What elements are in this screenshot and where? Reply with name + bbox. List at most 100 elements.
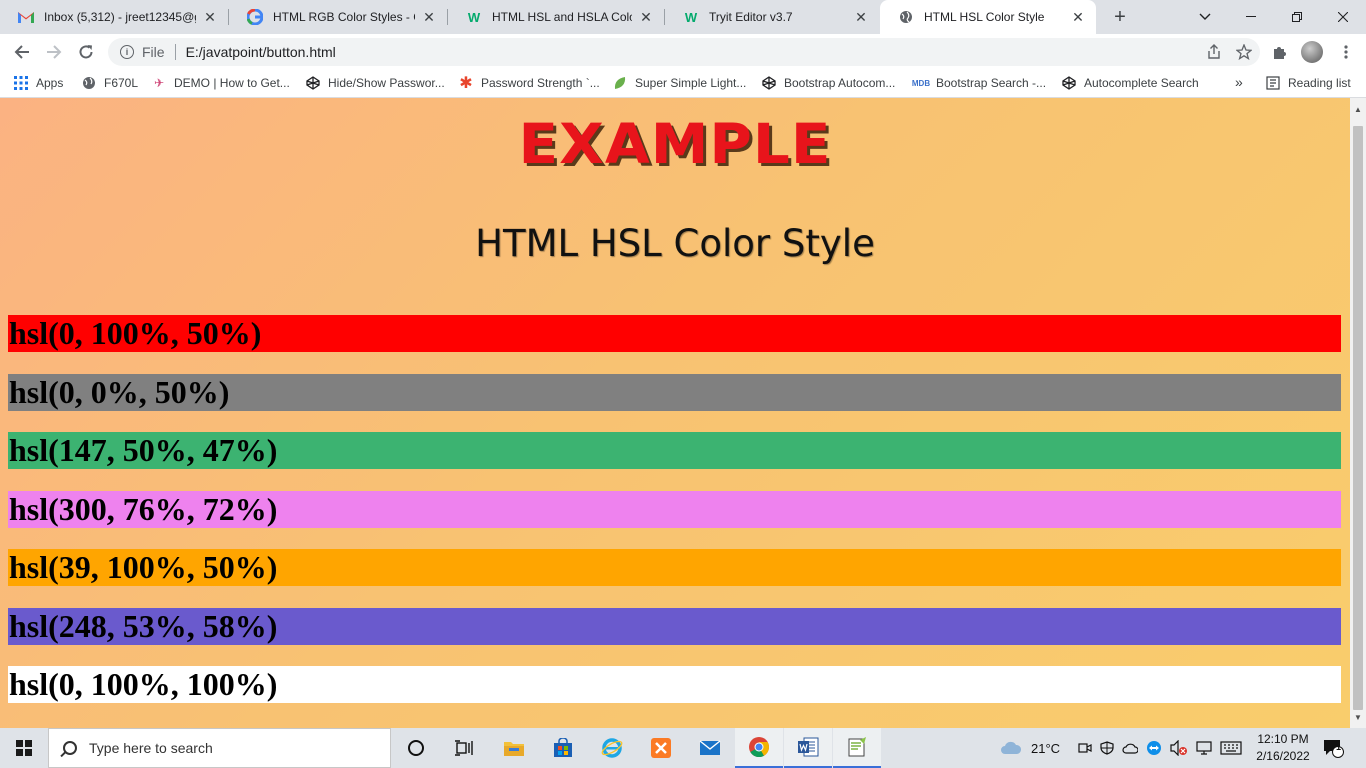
tab-strip: Inbox (5,312) - jreet12345@g ✕ HTML RGB … [0,0,1366,34]
restore-button[interactable] [1274,0,1320,34]
taskbar-internet-explorer[interactable] [588,728,636,768]
cortana-circle-icon [408,740,424,756]
meet-now-icon[interactable] [1078,741,1092,755]
info-icon[interactable]: i [120,45,134,59]
codepen-icon [1062,76,1076,90]
profile-avatar[interactable] [1301,41,1323,63]
mail-icon [699,740,721,755]
close-icon[interactable]: ✕ [638,9,654,25]
system-tray-icons [1078,728,1242,768]
color-row-label: hsl(39, 100%, 50%) [9,549,278,585]
bookmark-autocomplete-search[interactable]: Autocomplete Search [1062,76,1199,90]
url-text[interactable]: E:/javatpoint/button.html [186,44,336,60]
close-icon[interactable]: ✕ [853,9,869,25]
vertical-scrollbar[interactable]: ▲ ▼ [1350,98,1366,728]
share-icon[interactable] [1206,44,1222,60]
taskbar-chrome[interactable] [735,728,783,768]
globe-icon [82,76,96,90]
bookmark-apps[interactable]: Apps [14,76,63,90]
bookmark-bootstrap-autocomplete[interactable]: Bootstrap Autocom... [762,76,895,90]
menu-button[interactable] [1332,38,1360,66]
minimize-button[interactable] [1228,0,1274,34]
tab-hsl-hsla-colors[interactable]: W HTML HSL and HSLA Colors ✕ [448,0,664,34]
tab-title: Inbox (5,312) - jreet12345@g [44,10,196,24]
bookmark-label: DEMO | How to Get... [174,76,290,90]
color-row-label: hsl(0, 100%, 100%) [9,666,278,702]
store-bag-icon [554,738,572,757]
volume-muted-icon[interactable] [1170,740,1188,756]
taskbar-microsoft-store[interactable] [539,728,587,768]
tab-tryit-editor[interactable]: W Tryit Editor v3.7 ✕ [665,0,879,34]
w3schools-icon: W [684,9,698,25]
color-row: hsl(39, 100%, 50%) [8,549,1341,586]
reading-list-label: Reading list [1288,76,1351,90]
tab-search-button[interactable] [1182,0,1228,34]
kebab-menu-icon [1344,45,1348,59]
notification-center-button[interactable]: 1 [1322,728,1344,768]
close-icon [1338,12,1348,22]
extensions-button[interactable] [1266,38,1294,66]
bookmark-f670l[interactable]: F670L [82,76,138,90]
taskbar-file-explorer[interactable] [490,728,538,768]
tab-title: Tryit Editor v3.7 [709,10,793,24]
google-icon [247,9,263,25]
apps-grid-icon [14,76,28,90]
tab-title: HTML RGB Color Styles - Goo [273,10,415,24]
close-icon[interactable]: ✕ [421,9,437,25]
bookmark-super-simple-light[interactable]: Super Simple Light... [613,76,746,90]
close-icon[interactable]: ✕ [202,9,218,25]
chrome-icon [749,737,770,758]
bookmark-star-icon[interactable] [1236,44,1252,60]
asterisk-icon: ✱ [459,75,473,92]
bookmark-label: Password Strength `... [481,76,600,90]
tab-gmail[interactable]: Inbox (5,312) - jreet12345@g ✕ [0,0,228,34]
task-view-icon [455,740,473,756]
cortana-button[interactable] [392,728,440,768]
bookmark-label: Bootstrap Search -... [936,76,1047,90]
security-shield-icon[interactable] [1100,741,1114,755]
network-icon[interactable] [1196,741,1212,755]
bookmark-label: Autocomplete Search [1084,76,1199,90]
bookmark-hide-show-password[interactable]: Hide/Show Passwor... [306,76,445,90]
bookmark-password-strength[interactable]: ✱ Password Strength `... [459,75,600,92]
color-row: hsl(0, 0%, 50%) [8,374,1341,411]
taskbar-word[interactable] [784,728,832,768]
color-row: hsl(300, 76%, 72%) [8,491,1341,528]
browser-toolbar: i File E:/javatpoint/button.html [0,34,1366,70]
start-button[interactable] [0,728,48,768]
puzzle-icon [1274,47,1286,59]
forward-button[interactable] [40,38,68,66]
keyboard-icon[interactable] [1220,741,1242,755]
tab-hsl-color-style[interactable]: HTML HSL Color Style ✕ [880,0,1096,34]
tab-rgb-color-styles[interactable]: HTML RGB Color Styles - Goo ✕ [229,0,447,34]
onedrive-icon[interactable] [1122,741,1138,755]
bookmarks-overflow-button[interactable]: » [1235,74,1243,90]
bird-icon: ✈ [153,76,165,90]
scroll-down-arrow-icon[interactable]: ▼ [1350,710,1366,726]
url-scheme: File [142,44,165,60]
taskbar-xampp[interactable] [637,728,685,768]
scroll-up-arrow-icon[interactable]: ▲ [1350,102,1366,118]
address-bar[interactable]: i File E:/javatpoint/button.html [108,38,1260,66]
reload-button[interactable] [72,38,100,66]
codepen-icon [306,76,320,90]
new-tab-button[interactable]: + [1108,5,1132,29]
bookmark-bootstrap-search[interactable]: MDB Bootstrap Search -... [912,76,1047,90]
task-view-button[interactable] [440,728,488,768]
back-button[interactable] [8,38,36,66]
color-row: hsl(0, 100%, 100%) [8,666,1341,703]
taskbar-search-box[interactable]: Type here to search [48,728,391,768]
weather-widget[interactable]: 21°C [1000,728,1060,768]
taskbar-mail[interactable] [686,728,734,768]
taskbar-notepad-plus[interactable] [833,728,881,768]
color-row: hsl(147, 50%, 47%) [8,432,1341,469]
bookmark-demo[interactable]: ✈ DEMO | How to Get... [152,76,290,90]
close-window-button[interactable] [1320,0,1366,34]
color-row-label: hsl(147, 50%, 47%) [9,432,278,468]
word-icon [798,737,819,757]
reading-list-button[interactable]: Reading list [1266,76,1351,90]
taskbar-clock[interactable]: 12:10 PM 2/16/2022 [1248,731,1318,765]
teamviewer-icon[interactable] [1146,740,1162,756]
close-icon[interactable]: ✕ [1070,9,1086,25]
scrollbar-thumb[interactable] [1353,126,1363,710]
